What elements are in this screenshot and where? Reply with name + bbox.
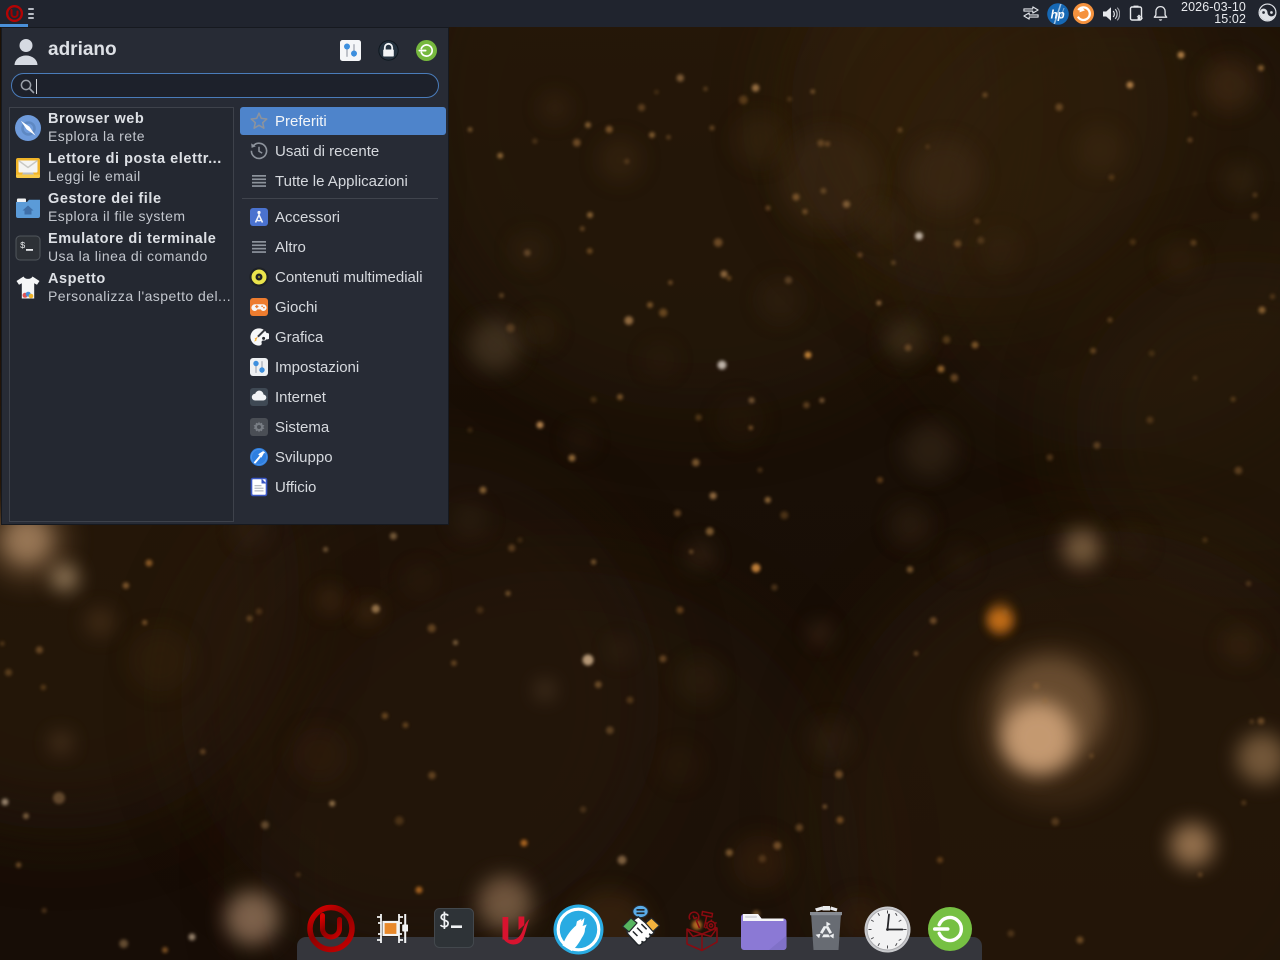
svg-text:hp: hp [1051, 9, 1065, 21]
svg-text:$: $ [20, 241, 26, 251]
